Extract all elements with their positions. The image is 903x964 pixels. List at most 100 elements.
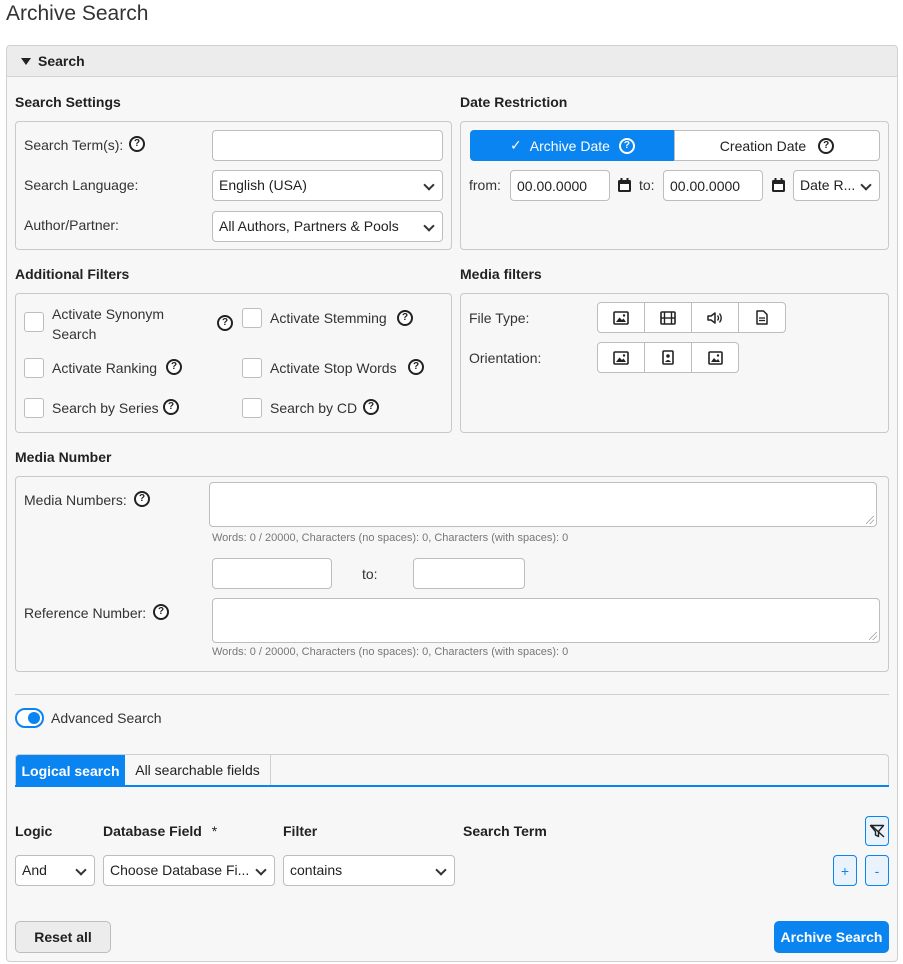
synonym-help-icon[interactable]: ? <box>217 315 233 331</box>
stemming-checkbox[interactable] <box>242 308 262 328</box>
tab-all-searchable-fields[interactable]: All searchable fields <box>125 755 271 785</box>
range-from-input[interactable] <box>212 558 332 589</box>
film-icon <box>660 310 676 325</box>
col-database-field: Database Field * <box>103 823 217 839</box>
range-to-label: to: <box>362 566 378 582</box>
cd-checkbox[interactable] <box>242 398 262 418</box>
image-icon <box>613 310 629 325</box>
media-numbers-help-icon[interactable]: ? <box>134 491 150 507</box>
media-number-title: Media Number <box>15 449 112 465</box>
search-panel-header[interactable]: Search <box>7 46 897 77</box>
square-icon <box>707 350 723 365</box>
clear-filter-button[interactable] <box>865 816 889 846</box>
media-numbers-textarea[interactable] <box>209 482 877 527</box>
reference-number-help-icon[interactable]: ? <box>153 604 169 620</box>
orientation-portrait-button[interactable] <box>645 342 692 373</box>
stop-words-label: Activate Stop Words <box>270 360 397 376</box>
chevron-down-icon <box>860 179 872 191</box>
orientation-label: Orientation: <box>469 350 542 366</box>
search-language-value: English (USA) <box>219 177 307 193</box>
orientation-group <box>597 342 739 373</box>
logic-value: And <box>22 862 47 878</box>
add-row-button[interactable]: + <box>833 855 857 886</box>
creation-date-help-icon[interactable]: ? <box>818 137 835 154</box>
search-language-label: Search Language: <box>24 177 139 193</box>
media-numbers-hint: Words: 0 / 20000, Characters (no spaces)… <box>212 532 569 544</box>
archive-date-help-icon[interactable]: ? <box>618 137 635 154</box>
cd-help-icon[interactable]: ? <box>363 399 379 415</box>
audio-icon <box>707 311 722 324</box>
author-partner-select[interactable]: All Authors, Partners & Pools <box>212 211 443 242</box>
series-help-icon[interactable]: ? <box>163 399 179 415</box>
reference-number-label: Reference Number: <box>24 605 147 621</box>
file-type-video-button[interactable] <box>645 302 692 333</box>
resize-grip-icon[interactable] <box>866 516 874 524</box>
synonym-search-checkbox[interactable] <box>24 312 44 332</box>
search-term-input[interactable] <box>212 130 443 161</box>
reference-number-textarea[interactable] <box>212 598 880 643</box>
synonym-search-label: Activate Synonym Search <box>52 304 164 344</box>
col-database-field-label: Database Field <box>103 823 202 839</box>
orientation-landscape-button[interactable] <box>597 342 645 373</box>
filter-select[interactable]: contains <box>283 855 455 886</box>
stop-words-checkbox[interactable] <box>242 358 262 378</box>
chevron-down-icon <box>423 220 435 232</box>
calendar-icon[interactable] <box>771 177 786 193</box>
file-type-group <box>597 302 786 333</box>
to-label: to: <box>639 177 655 193</box>
advanced-search-toggle[interactable] <box>15 708 44 728</box>
to-date-input[interactable]: 00.00.0000 <box>663 170 763 201</box>
series-label: Search by Series <box>52 400 159 416</box>
filter-clear-icon <box>869 824 885 838</box>
file-type-label: File Type: <box>469 310 530 326</box>
reset-all-button[interactable]: Reset all <box>15 921 111 953</box>
ranking-checkbox[interactable] <box>24 358 44 378</box>
date-restriction-title: Date Restriction <box>460 94 568 110</box>
stop-words-help-icon[interactable]: ? <box>408 359 424 375</box>
tab-archive-date[interactable]: ✓ Archive Date ? <box>470 130 675 161</box>
calendar-icon[interactable] <box>617 177 632 193</box>
date-range-select[interactable]: Date R... <box>793 170 880 201</box>
reference-number-hint: Words: 0 / 20000, Characters (no spaces)… <box>212 646 569 658</box>
tab-creation-date[interactable]: Creation Date ? <box>674 130 880 161</box>
date-range-value: Date R... <box>800 177 856 193</box>
synonym-label-line2: Search <box>52 326 97 342</box>
file-type-audio-button[interactable] <box>692 302 739 333</box>
orientation-square-button[interactable] <box>692 342 739 373</box>
from-label: from: <box>469 177 501 193</box>
database-field-select[interactable]: Choose Database Fi... <box>103 855 275 886</box>
chevron-down-icon <box>423 179 435 191</box>
ranking-help-icon[interactable]: ? <box>166 359 182 375</box>
tab-logical-search[interactable]: Logical search <box>16 755 125 786</box>
search-term-help-icon[interactable]: ? <box>129 136 145 152</box>
synonym-label-line1: Activate Synonym <box>52 306 165 322</box>
stemming-label: Activate Stemming <box>270 310 387 326</box>
chevron-down-icon <box>75 864 87 876</box>
resize-grip-icon[interactable] <box>869 632 877 640</box>
tab-creation-date-label: Creation Date <box>719 137 807 154</box>
col-filter: Filter <box>283 823 318 839</box>
check-icon: ✓ <box>510 137 522 153</box>
tab-archive-date-label: Archive Date <box>529 137 610 154</box>
from-date-input[interactable]: 00.00.0000 <box>510 170 610 201</box>
search-language-select[interactable]: English (USA) <box>212 170 443 201</box>
advanced-search-label: Advanced Search <box>51 710 162 726</box>
collapse-triangle-icon[interactable] <box>21 58 31 65</box>
filter-value: contains <box>290 862 343 878</box>
range-to-input[interactable] <box>413 558 525 589</box>
ranking-label: Activate Ranking <box>52 360 158 376</box>
divider <box>15 694 889 695</box>
tabs-underline <box>15 785 889 787</box>
search-term-label: Search Term(s): <box>24 137 124 153</box>
file-type-document-button[interactable] <box>739 302 786 333</box>
portrait-icon <box>662 350 674 365</box>
file-type-image-button[interactable] <box>597 302 645 333</box>
stemming-help-icon[interactable]: ? <box>397 310 413 326</box>
archive-search-button[interactable]: Archive Search <box>774 921 889 953</box>
remove-row-button[interactable]: - <box>865 855 889 886</box>
landscape-icon <box>613 350 629 365</box>
chevron-down-icon <box>255 864 267 876</box>
author-partner-value: All Authors, Partners & Pools <box>219 218 399 234</box>
series-checkbox[interactable] <box>24 398 44 418</box>
logic-select[interactable]: And <box>15 855 95 886</box>
